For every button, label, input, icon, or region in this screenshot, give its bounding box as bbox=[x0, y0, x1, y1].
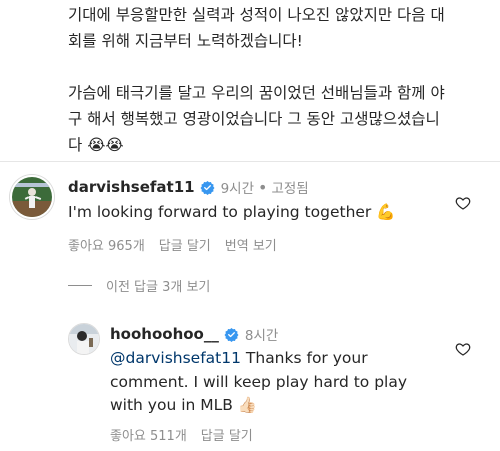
caption-line: 구 해서 행복했고 영광이었습니다 그 동안 고생많으셨습니 bbox=[68, 110, 440, 128]
like-heart-icon[interactable] bbox=[455, 341, 471, 357]
comment-text: I'm looking forward to playing together bbox=[68, 203, 372, 221]
reply-text: with you in MLB bbox=[110, 396, 233, 414]
comment-username[interactable]: darvishsefat11 bbox=[68, 178, 195, 196]
comment-body: I'm looking forward to playing together … bbox=[68, 201, 396, 224]
view-previous-label: 이전 답글 3개 보기 bbox=[106, 280, 211, 295]
reply-actions: 좋아요 511개 답글 달기 bbox=[110, 425, 253, 444]
caption-line: 가슴에 태극기를 달고 우리의 꿈이었던 선배님들과 함께 야 bbox=[68, 84, 445, 102]
pinned-label: 고정됨 bbox=[271, 181, 309, 197]
reply-avatar[interactable] bbox=[68, 323, 100, 355]
crying-emoji: 😭😭 bbox=[87, 136, 124, 154]
separator-dot: • bbox=[258, 177, 268, 197]
flexed-biceps-emoji: 💪 bbox=[376, 203, 396, 221]
replies-dash bbox=[68, 285, 92, 286]
verified-badge-icon bbox=[200, 180, 215, 195]
caption-line: 기대에 부응할만한 실력과 성적이 나오진 않았지만 다음 대 bbox=[68, 6, 445, 24]
likes-count[interactable]: 좋아요 965개 bbox=[68, 235, 145, 254]
reply-line: comment. I will keep play hard to play bbox=[110, 372, 408, 391]
verified-badge-icon bbox=[224, 327, 239, 342]
caption-line: 다 😭😭 bbox=[68, 132, 488, 158]
avatar-image bbox=[69, 324, 99, 354]
reply-header: hoohoohoo__ 8시간 bbox=[110, 324, 278, 344]
caption-text: 다 bbox=[68, 136, 83, 154]
mention-link[interactable]: @darvishsefat11 bbox=[110, 349, 241, 367]
comment-actions: 좋아요 965개 답글 달기 번역 보기 bbox=[68, 235, 277, 254]
divider bbox=[0, 161, 500, 162]
reply-line: with you in MLB 👍🏻 bbox=[110, 394, 407, 418]
reply-line: @darvishsefat11 Thanks for your bbox=[110, 347, 407, 371]
view-previous-replies[interactable]: 이전 답글 3개 보기 bbox=[68, 276, 210, 295]
post-caption: 기대에 부응할만한 실력과 성적이 나오진 않았지만 다음 대 회를 위해 지금… bbox=[68, 2, 488, 158]
comment-header: darvishsefat11 9시간 • 고정됨 bbox=[68, 177, 309, 198]
likes-count[interactable]: 좋아요 511개 bbox=[110, 425, 187, 444]
like-heart-icon[interactable] bbox=[455, 195, 471, 211]
caption-paragraph-1: 기대에 부응할만한 실력과 성적이 나오진 않았지만 다음 대 회를 위해 지금… bbox=[68, 2, 488, 54]
reply-button[interactable]: 답글 달기 bbox=[159, 235, 211, 254]
avatar-image bbox=[12, 177, 52, 217]
reply-body: @darvishsefat11 Thanks for your comment.… bbox=[110, 347, 407, 418]
comment-time: 9시간 bbox=[220, 181, 255, 197]
caption-line: 회를 위해 지금부터 노력하겠습니다! bbox=[68, 32, 303, 50]
reply-button[interactable]: 답글 달기 bbox=[201, 425, 253, 444]
caption-paragraph-2: 가슴에 태극기를 달고 우리의 꿈이었던 선배님들과 함께 야 구 해서 행복했… bbox=[68, 80, 488, 158]
reply-username[interactable]: hoohoohoo__ bbox=[110, 325, 219, 343]
thumbs-up-emoji: 👍🏻 bbox=[237, 396, 258, 414]
commenter-avatar[interactable] bbox=[10, 175, 54, 219]
reply-text: Thanks for your bbox=[240, 349, 368, 367]
reply-time: 8시간 bbox=[244, 328, 279, 344]
translate-button[interactable]: 번역 보기 bbox=[225, 235, 277, 254]
